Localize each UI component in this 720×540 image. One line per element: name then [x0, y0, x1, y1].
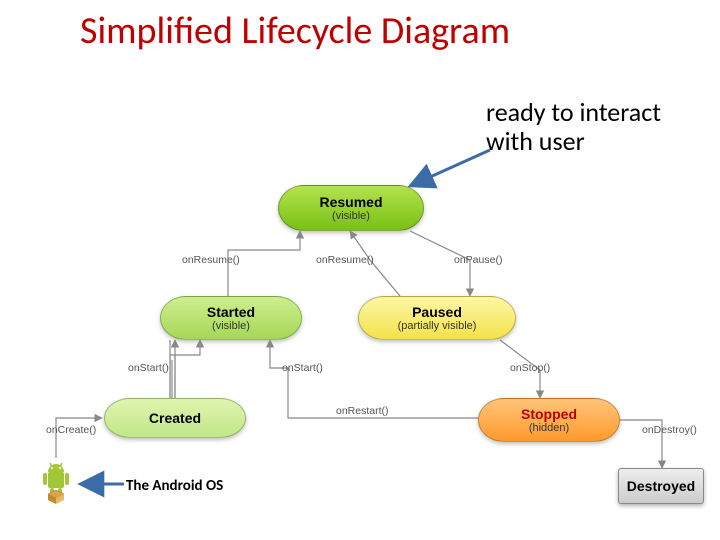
state-stopped: Stopped (hidden) — [478, 398, 620, 442]
annotation-text: ready to interact with user — [486, 96, 661, 157]
state-label: Stopped — [521, 406, 577, 422]
state-paused: Paused (partially visible) — [358, 296, 516, 340]
edge-label-onstart-1: onStart() — [128, 362, 169, 374]
state-resumed: Resumed (visible) — [278, 185, 424, 231]
edge-label-onstart-2: onStart() — [282, 362, 323, 374]
android-icon — [38, 460, 74, 504]
edge-onstart-1 — [170, 340, 200, 355]
state-label: Destroyed — [627, 478, 695, 494]
state-sublabel: (visible) — [332, 210, 370, 222]
state-label: Started — [207, 304, 255, 320]
diagram-edges — [0, 0, 720, 540]
state-sublabel: (partially visible) — [398, 320, 477, 332]
state-sublabel: (hidden) — [529, 422, 569, 434]
edge-label-ondestroy: onDestroy() — [642, 424, 697, 436]
state-sublabel: (visible) — [212, 320, 250, 332]
state-label: Created — [105, 410, 245, 426]
edge-label-oncreate: onCreate() — [46, 424, 96, 436]
state-label: Resumed — [319, 194, 382, 210]
pointer-arrow-resumed — [410, 150, 490, 186]
edge-label-onrestart: onRestart() — [336, 405, 389, 417]
annotation-ready-to-interact: ready to interact with user — [486, 98, 661, 155]
state-created: Created — [104, 398, 246, 438]
state-destroyed: Destroyed — [618, 468, 704, 504]
edge-label-onstop: onStop() — [510, 362, 550, 374]
annotation-android-os: The Android OS — [126, 478, 223, 495]
edge-label-onpause: onPause() — [454, 254, 502, 266]
edge-label-onresume-1: onResume() — [182, 254, 240, 266]
edge-label-onresume-2: onResume() — [316, 254, 374, 266]
slide-title: Simplified Lifecycle Diagram — [80, 8, 510, 54]
state-started: Started (visible) — [160, 296, 302, 340]
state-label: Paused — [412, 304, 462, 320]
